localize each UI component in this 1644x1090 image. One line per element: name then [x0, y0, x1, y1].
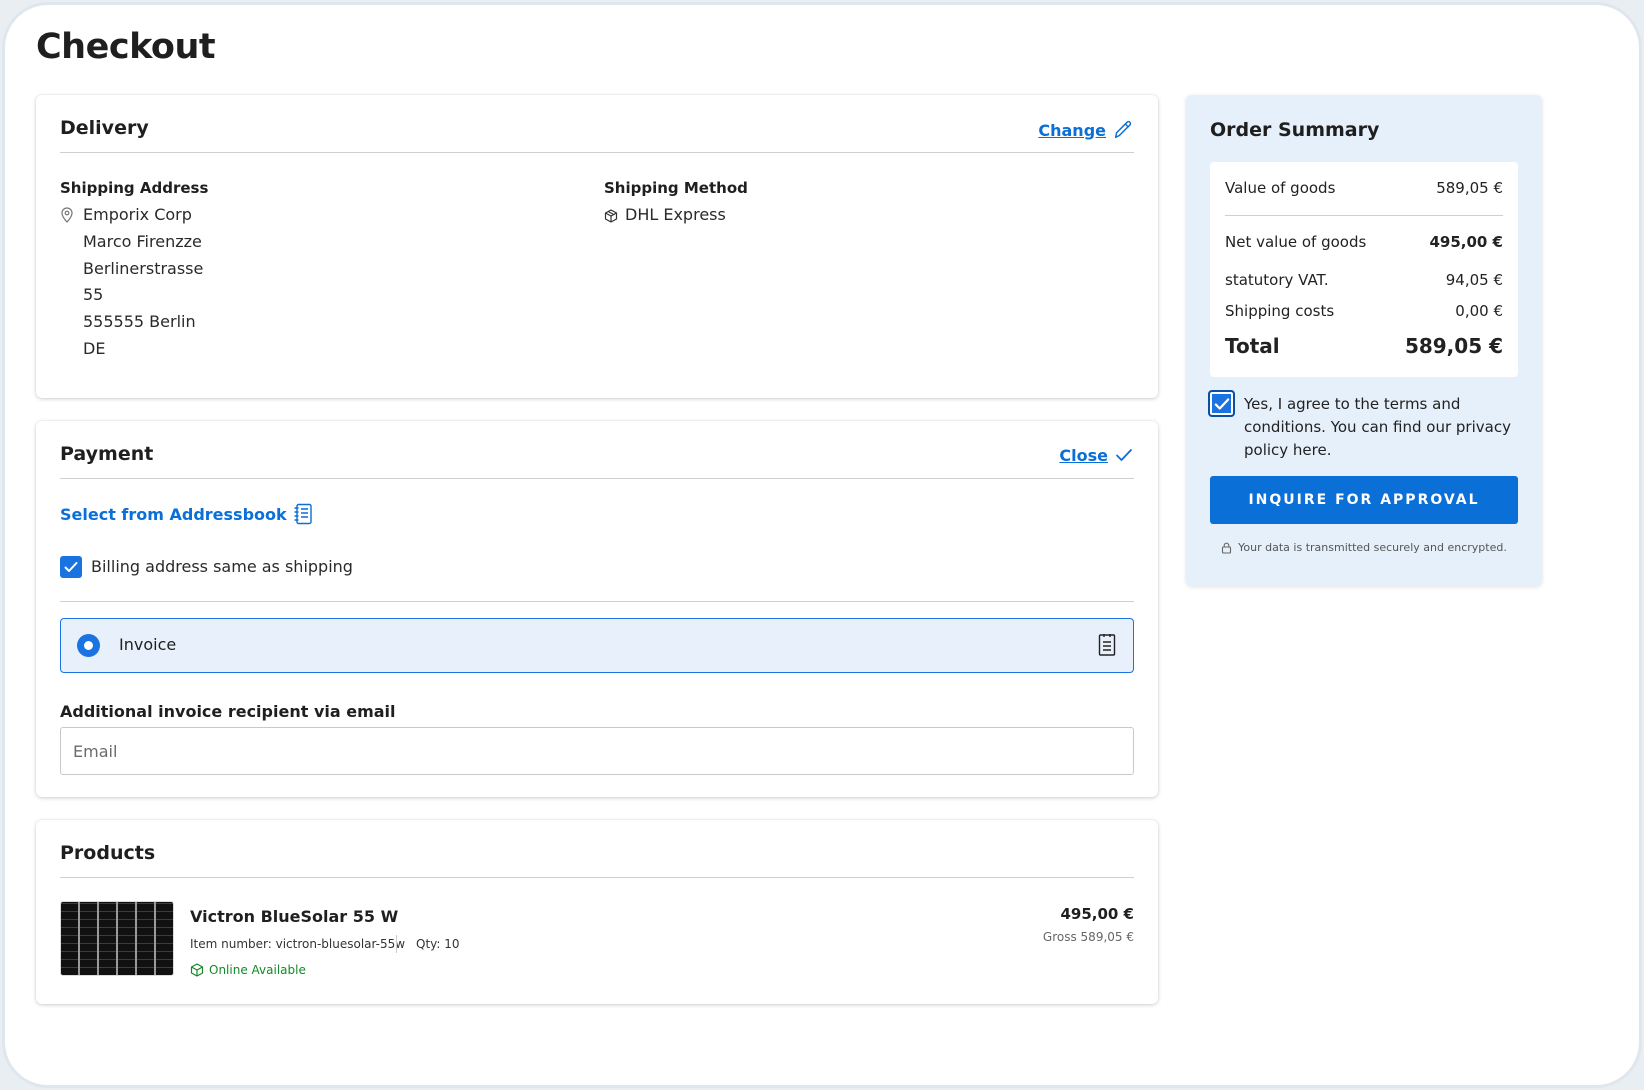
product-image	[60, 901, 174, 976]
net-value-label: Net value of goods	[1225, 233, 1367, 251]
shipping-costs-row: Shipping costs 0,00 €	[1225, 302, 1503, 320]
invoice-radio[interactable]	[77, 634, 100, 657]
delivery-card: Delivery Change Shipping Address Emporix…	[36, 95, 1158, 398]
close-label: Close	[1059, 445, 1108, 465]
payment-option-invoice[interactable]: Invoice	[60, 618, 1134, 673]
divider	[1225, 215, 1503, 216]
cube-icon	[190, 963, 204, 977]
total-amount: 589,05 €	[1404, 334, 1503, 358]
select-addressbook-link[interactable]: Select from Addressbook	[60, 503, 313, 525]
addressbook-icon	[294, 503, 312, 525]
shipping-method-value: DHL Express	[625, 205, 726, 224]
products-header: Products	[60, 840, 1134, 878]
address-line: Berlinerstrasse	[83, 259, 204, 278]
total-row: Total 589,05 €	[1225, 334, 1503, 358]
totals-box: Value of goods 589,05 € Net value of goo…	[1210, 162, 1518, 377]
vat-label: statutory VAT.	[1225, 271, 1329, 289]
net-value-amount: 495,00 €	[1429, 233, 1503, 251]
product-item-number: Item number: victron-bluesolar-55w	[190, 937, 406, 951]
product-qty: Qty: 10	[416, 937, 460, 951]
meta-separator	[396, 935, 397, 953]
availability-status: Online Available	[190, 963, 306, 977]
product-name[interactable]: Victron BlueSolar 55 W	[190, 907, 398, 926]
checkmark-icon	[1214, 397, 1229, 410]
summary-title: Order Summary	[1210, 119, 1380, 141]
address-line: Marco Firenzze	[83, 232, 202, 251]
order-summary: Order Summary Value of goods 589,05 € Ne…	[1186, 95, 1542, 586]
additional-recipient-label: Additional invoice recipient via email	[60, 702, 396, 721]
secure-note: Your data is transmitted securely and en…	[1210, 541, 1518, 554]
delivery-title: Delivery	[60, 117, 149, 139]
vat-row: statutory VAT. 94,05 €	[1225, 271, 1503, 289]
email-input[interactable]	[60, 727, 1134, 775]
payment-header: Payment Close	[60, 441, 1134, 479]
shipping-method-label: Shipping Method	[604, 179, 748, 197]
total-label: Total	[1225, 334, 1280, 358]
pencil-icon	[1114, 120, 1132, 139]
vat-amount: 94,05 €	[1445, 271, 1503, 289]
address-line: DE	[83, 339, 106, 358]
product-gross-price: Gross 589,05 €	[1042, 930, 1134, 944]
page-title: Checkout	[36, 27, 216, 67]
terms-checkbox[interactable]	[1208, 390, 1235, 417]
availability-label: Online Available	[209, 963, 306, 977]
net-value-row: Net value of goods 495,00 €	[1225, 233, 1503, 251]
close-payment-link[interactable]: Close	[1059, 445, 1134, 465]
lock-icon	[1222, 542, 1232, 554]
value-of-goods-amount: 589,05 €	[1436, 179, 1503, 197]
address-line: 555555 Berlin	[83, 312, 196, 331]
delivery-header: Delivery Change	[60, 115, 1134, 153]
payment-title: Payment	[60, 443, 154, 465]
billing-same-label: Billing address same as shipping	[91, 557, 353, 576]
payment-card: Payment Close Select from Addressbook Bi…	[36, 421, 1158, 797]
divider	[60, 601, 1134, 602]
products-card: Products Victron BlueSolar 55 W Item num…	[36, 820, 1158, 1004]
billing-same-checkbox[interactable]	[60, 556, 82, 578]
invoice-label: Invoice	[119, 635, 177, 654]
checkmark-icon	[64, 562, 78, 572]
shipping-costs-amount: 0,00 €	[1455, 302, 1503, 320]
change-label: Change	[1038, 120, 1106, 140]
value-of-goods-label: Value of goods	[1225, 179, 1336, 197]
terms-text[interactable]: Yes, I agree to the terms and conditions…	[1244, 393, 1519, 462]
secure-note-text: Your data is transmitted securely and en…	[1238, 541, 1507, 554]
shipping-costs-label: Shipping costs	[1225, 302, 1335, 320]
change-delivery-link[interactable]: Change	[1038, 119, 1134, 141]
address-line: Emporix Corp	[83, 205, 192, 224]
product-price: 495,00 €	[1060, 905, 1134, 923]
inquire-approval-button[interactable]: INQUIRE FOR APPROVAL	[1210, 476, 1518, 524]
addressbook-label: Select from Addressbook	[60, 504, 287, 524]
shipping-address-label: Shipping Address	[60, 179, 209, 197]
receipt-icon	[1098, 634, 1116, 656]
products-title: Products	[60, 842, 156, 864]
package-icon	[604, 209, 618, 223]
map-pin-icon	[61, 207, 73, 223]
value-of-goods-row: Value of goods 589,05 €	[1225, 179, 1503, 197]
checkmark-icon	[1116, 449, 1132, 461]
address-line: 55	[83, 285, 104, 304]
page-frame: Checkout Delivery Change Shipping Addres…	[2, 2, 1642, 1088]
